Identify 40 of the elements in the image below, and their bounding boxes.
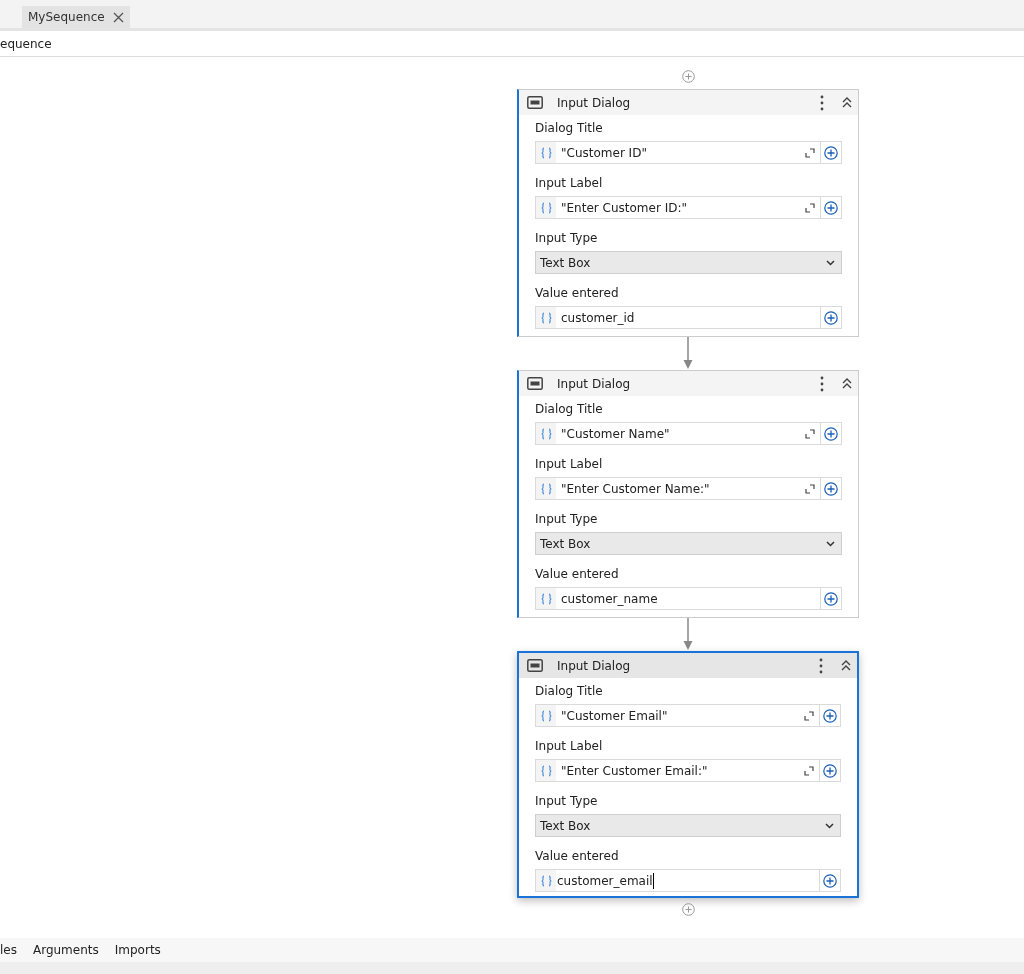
property-label: Input Type [535,231,599,246]
property-label: Input Label [535,176,604,191]
property-label: Input Type [535,794,599,809]
dialog-window-icon [527,377,543,390]
connector-arrow [683,618,693,651]
property-label: Dialog Title [535,402,604,417]
chevron-down-icon [826,259,835,266]
more-options-icon[interactable] [819,657,823,674]
property-label: Dialog Title [535,684,604,699]
property-label: Value entered [535,567,620,582]
panel-tab[interactable]: les [0,943,17,957]
property-label: Value entered [535,286,620,301]
panel-tab[interactable]: Imports [114,943,161,957]
property-label: Input Type [535,512,599,527]
property-label: Input Label [535,739,604,754]
activity-title: Input Dialog [557,658,632,673]
connector-arrow [683,337,693,370]
property-label: Input Label [535,457,604,472]
chevron-down-icon [826,540,835,547]
chevron-down-icon [825,822,834,829]
document-tab[interactable]: MySequence [22,6,130,29]
add-activity-icon[interactable] [681,70,695,83]
collapse-icon[interactable] [841,660,851,671]
collapse-icon[interactable] [842,97,852,108]
property-label: Dialog Title [535,121,604,136]
dialog-window-icon [527,659,543,672]
more-options-icon[interactable] [820,375,824,392]
property-label: Value entered [535,849,620,864]
add-activity-icon[interactable] [681,903,695,916]
activity-title: Input Dialog [557,376,632,391]
breadcrumb[interactable]: equence [0,36,52,51]
dialog-window-icon [527,96,543,109]
activity-title: Input Dialog [557,95,632,110]
input-type-dropdown[interactable]: Text Box [535,532,842,555]
close-icon[interactable] [112,11,124,23]
input-type-dropdown[interactable]: Text Box [535,251,842,274]
input-type-dropdown[interactable]: Text Box [535,814,841,837]
more-options-icon[interactable] [820,94,824,111]
collapse-icon[interactable] [842,378,852,389]
panel-tab[interactable]: Arguments [32,943,99,957]
